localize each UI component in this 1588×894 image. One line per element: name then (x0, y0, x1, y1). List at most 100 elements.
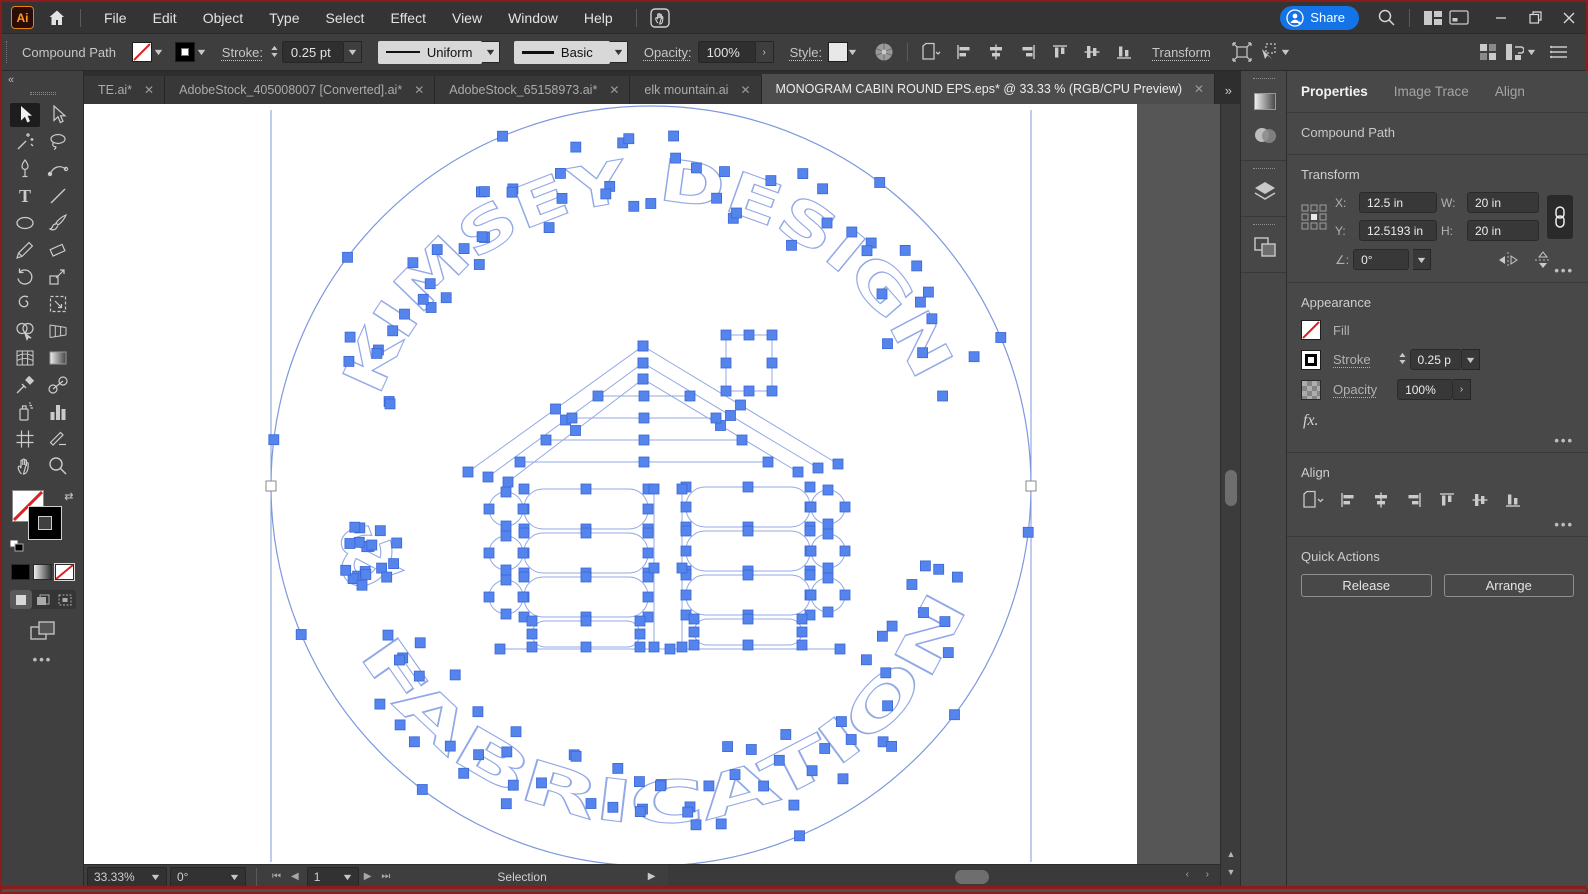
opacity-open-icon[interactable]: › (756, 41, 774, 63)
arrange-documents-icon[interactable] (1420, 5, 1446, 31)
search-icon[interactable] (1373, 5, 1399, 31)
fit-artboard-icon[interactable] (1229, 39, 1255, 65)
default-fill-stroke-icon[interactable] (10, 540, 24, 552)
stroke-weight-value[interactable]: 0.25 pt (282, 41, 344, 63)
align-left-icon[interactable] (954, 42, 974, 62)
appearance-opacity-swatch[interactable] (1301, 380, 1321, 400)
recolor-artwork-icon[interactable] (871, 39, 897, 65)
draw-normal-icon[interactable] (10, 590, 32, 609)
symbol-sprayer-tool-icon[interactable] (10, 400, 40, 424)
stroke-value-chevron[interactable]: ▼ (1462, 349, 1480, 370)
chevron-down-icon[interactable]: ▼ (846, 47, 858, 57)
scroll-down-icon[interactable]: ▼ (1221, 864, 1241, 880)
collapse-toolbar-icon[interactable]: « (2, 71, 83, 86)
blend-tool-icon[interactable] (43, 373, 73, 397)
magic-wand-tool-icon[interactable] (10, 130, 40, 154)
perspective-grid-tool-icon[interactable] (43, 319, 73, 343)
scroll-right-icon[interactable]: › (1201, 869, 1214, 880)
close-tab-icon[interactable]: ✕ (414, 83, 424, 97)
column-graph-tool-icon[interactable] (43, 400, 73, 424)
align-left-icon[interactable] (1338, 490, 1358, 510)
vertical-scrollbar[interactable]: ▲ ▼ (1220, 104, 1240, 888)
align-center-h-icon[interactable] (986, 42, 1006, 62)
share-button[interactable]: Share (1280, 6, 1359, 30)
none-button[interactable] (55, 564, 74, 580)
menu-view[interactable]: View (439, 2, 495, 33)
gradient-tool-icon[interactable] (43, 346, 73, 370)
align-bottom-icon[interactable] (1503, 490, 1523, 510)
document-tab[interactable]: AdobeStock_405008007 [Converted].ai*✕ (165, 76, 435, 104)
artboard-number-dropdown[interactable]: 1▼ (307, 867, 359, 887)
dock-grip[interactable] (1253, 168, 1275, 169)
draw-behind-icon[interactable] (32, 590, 54, 609)
menu-file[interactable]: File (91, 2, 140, 33)
panel-tab-properties[interactable]: Properties (1301, 84, 1368, 99)
release-button[interactable]: Release (1301, 574, 1432, 597)
last-artboard-icon[interactable]: ⏭ (376, 871, 395, 882)
flip-horizontal-icon[interactable] (1497, 251, 1519, 269)
menu-help[interactable]: Help (571, 2, 626, 33)
width-profile-chevron[interactable]: ▼ (482, 41, 500, 63)
dock-grip[interactable] (1253, 78, 1275, 79)
chevron-down-icon[interactable]: ▼ (1279, 47, 1291, 57)
stroke-color-swatch[interactable] (175, 42, 195, 62)
fill-label[interactable]: Fill (1333, 323, 1350, 338)
align-center-v-icon[interactable] (1470, 490, 1490, 510)
close-tab-icon[interactable]: ✕ (144, 83, 154, 97)
restore-button[interactable] (1518, 4, 1552, 32)
align-right-icon[interactable] (1018, 42, 1038, 62)
draw-inside-icon[interactable] (54, 590, 76, 609)
type-tool-icon[interactable]: T (10, 184, 40, 208)
stroke-stepper[interactable]: ▲▼ (1399, 353, 1406, 366)
gradient-panel-icon[interactable] (1241, 84, 1288, 118)
shaper-tool-icon[interactable] (10, 292, 40, 316)
selection-tool-icon[interactable] (10, 103, 40, 127)
opacity-open-icon[interactable]: › (1453, 379, 1471, 400)
opacity-value-input[interactable]: 100% (1397, 379, 1453, 400)
tab-overflow-icon[interactable]: » (1225, 83, 1240, 104)
stroke-weight-label[interactable]: Stroke: (222, 45, 263, 60)
menu-object[interactable]: Object (190, 2, 256, 33)
zoom-level-dropdown[interactable]: 33.33%▼ (87, 867, 167, 887)
eraser-tool-icon[interactable] (43, 238, 73, 262)
ellipse-tool-icon[interactable] (10, 211, 40, 235)
width-profile-dropdown[interactable]: Uniform (378, 41, 482, 64)
angle-chevron[interactable]: ▼ (1413, 249, 1431, 270)
align-center-h-icon[interactable] (1371, 490, 1391, 510)
previous-artboard-icon[interactable]: ◀ (286, 871, 304, 882)
opacity-label[interactable]: Opacity: (644, 45, 692, 60)
document-tab[interactable]: elk mountain.ai✕ (630, 76, 761, 104)
dock-grip[interactable] (1253, 224, 1275, 225)
paintbrush-tool-icon[interactable] (43, 211, 73, 235)
panel-tab-image-trace[interactable]: Image Trace (1394, 84, 1469, 99)
align-to-selection-icon[interactable] (1301, 490, 1325, 510)
artboard-tool-icon[interactable] (10, 427, 40, 451)
workspace-switcher-icon[interactable] (1501, 39, 1527, 65)
style-swatch[interactable] (828, 42, 848, 62)
panel-grip[interactable] (6, 41, 14, 63)
layers-panel-icon[interactable] (1241, 174, 1288, 208)
panel-menu-icon[interactable] (1546, 39, 1572, 65)
opacity-link[interactable]: Opacity (1333, 382, 1377, 397)
transparency-panel-icon[interactable] (1241, 118, 1288, 152)
next-artboard-icon[interactable]: ▶ (359, 871, 377, 882)
mesh-tool-icon[interactable] (10, 346, 40, 370)
flip-vertical-icon[interactable] (1533, 251, 1553, 269)
illustrator-logo-icon[interactable]: Ai (11, 6, 34, 29)
select-similar-icon[interactable] (1255, 39, 1281, 65)
menu-edit[interactable]: Edit (140, 2, 190, 33)
more-options-icon[interactable]: ••• (1554, 438, 1574, 444)
minimize-button[interactable] (1484, 4, 1518, 32)
y-input[interactable]: 12.5193 in (1359, 220, 1437, 241)
arrange-button[interactable]: Arrange (1444, 574, 1575, 597)
menu-type[interactable]: Type (256, 2, 312, 33)
canvas[interactable]: KIMSEY DESIGNFABRICATION& (84, 104, 1220, 864)
hand-tool-icon[interactable] (10, 454, 40, 478)
panel-tab-align[interactable]: Align (1495, 84, 1525, 99)
artboards-panel-icon[interactable] (1241, 230, 1288, 264)
w-input[interactable]: 20 in (1467, 192, 1539, 213)
more-options-icon[interactable]: ••• (1554, 522, 1574, 528)
transform-link[interactable]: Transform (1152, 45, 1211, 60)
artboard[interactable]: KIMSEY DESIGNFABRICATION& (84, 104, 1137, 864)
snap-grid-icon[interactable] (1475, 39, 1501, 65)
